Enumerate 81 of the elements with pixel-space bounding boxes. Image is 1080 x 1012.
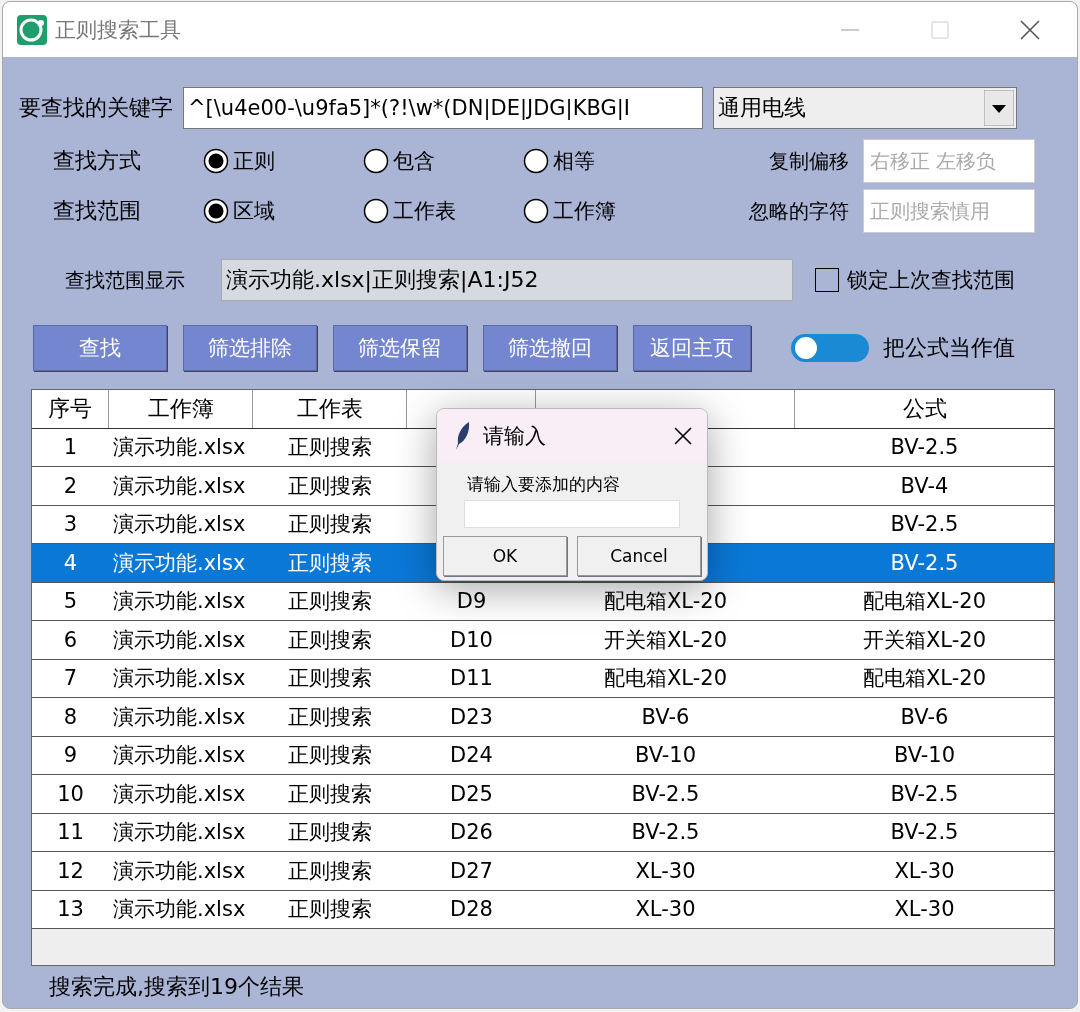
formula-cell: BV-2.5 (890, 820, 959, 845)
formula-cell-text: 配电箱XL-20 (863, 588, 986, 616)
field-label: 忽略的字符 (748, 197, 850, 225)
status-text: 搜索完成,搜索到19个结果 (48, 973, 305, 1001)
formula-cell: BV-2.5 (890, 781, 959, 806)
formula-cell: BV-4 (900, 473, 949, 498)
window-title: 正则搜索工具 (55, 16, 181, 44)
sheet-cell-text: 正则搜索 (288, 626, 372, 654)
workbook-cell-text: 演示功能.xlsx (113, 780, 246, 808)
formula-cell-text: 开关箱XL-20 (863, 626, 986, 654)
keyword-label: 要查找的关键字 (19, 94, 173, 122)
no-cell: 12 (57, 858, 84, 883)
sheet-cell-text: 正则搜索 (288, 511, 372, 539)
no-cell: 6 (63, 627, 78, 652)
sheet-cell-text: 正则搜索 (288, 742, 372, 770)
formula-cell: BV-10 (893, 743, 956, 768)
sheet-cell-text: 正则搜索 (288, 588, 372, 616)
formula-cell: BV-2.5 (890, 512, 959, 537)
value-cell: BV-2.5 (631, 820, 700, 845)
sheet-cell-text: 正则搜索 (288, 819, 372, 847)
sheet-cell-text: 正则搜索 (288, 549, 372, 577)
address-cell: D11 (450, 666, 493, 691)
workbook-cell-text: 演示功能.xlsx (113, 896, 246, 924)
address-cell: D10 (450, 627, 493, 652)
sheet-cell-text: 正则搜索 (288, 857, 372, 885)
dialog-title: 请输入 (483, 423, 546, 450)
value-cell: XL-30 (635, 897, 696, 922)
sheet-cell-text: 正则搜索 (288, 434, 372, 462)
formula-cell: XL-30 (894, 897, 955, 922)
workbook-cell-text: 演示功能.xlsx (113, 511, 246, 539)
dialog-prompt: 请输入要添加的内容 (466, 473, 621, 496)
no-cell: 5 (63, 589, 78, 614)
formula-cell: BV-2.5 (890, 435, 959, 460)
value-cell: BV-6 (641, 704, 690, 729)
option-label: 查找范围 (53, 197, 142, 225)
workbook-cell-text: 演示功能.xlsx (113, 857, 246, 885)
no-cell: 10 (57, 781, 84, 806)
value-cell-text: 开关箱XL-20 (604, 626, 727, 654)
value-cell: XL-30 (635, 858, 696, 883)
workbook-cell-text: 演示功能.xlsx (113, 549, 246, 577)
range-label: 查找范围显示 (65, 266, 186, 294)
no-cell: 13 (57, 897, 84, 922)
address-cell: D26 (450, 820, 493, 845)
option-label: 查找方式 (53, 147, 142, 175)
formula-cell: BV-2.5 (890, 550, 959, 575)
workbook-cell-text: 演示功能.xlsx (113, 665, 246, 693)
no-cell: 7 (63, 666, 78, 691)
formula-cell-text: 配电箱XL-20 (863, 665, 986, 693)
sheet-cell-text: 正则搜索 (288, 472, 372, 500)
no-cell: 9 (63, 743, 78, 768)
no-cell: 2 (63, 473, 78, 498)
address-cell: D24 (450, 743, 493, 768)
no-cell: 3 (63, 512, 78, 537)
sheet-cell-text: 正则搜索 (288, 780, 372, 808)
address-cell: D27 (450, 858, 493, 883)
sheet-cell-text: 正则搜索 (288, 703, 372, 731)
value-cell-text: 配电箱XL-20 (604, 588, 727, 616)
value-cell: BV-2.5 (631, 781, 700, 806)
no-cell: 8 (63, 704, 78, 729)
no-cell: 1 (63, 435, 78, 460)
formula-cell: XL-30 (894, 858, 955, 883)
field-label: 复制偏移 (768, 147, 850, 175)
address-cell: D28 (450, 897, 493, 922)
value-cell-text: 配电箱XL-20 (604, 665, 727, 693)
sheet-cell-text: 正则搜索 (288, 896, 372, 924)
address-cell: D25 (450, 781, 493, 806)
address-cell: D9 (456, 589, 487, 614)
no-cell: 11 (57, 820, 84, 845)
sheet-cell-text: 正则搜索 (288, 665, 372, 693)
value-cell: BV-10 (634, 743, 697, 768)
toggle-label: 把公式当作值 (883, 334, 1015, 362)
workbook-cell-text: 演示功能.xlsx (113, 472, 246, 500)
workbook-cell-text: 演示功能.xlsx (113, 742, 246, 770)
workbook-cell-text: 演示功能.xlsx (113, 588, 246, 616)
workbook-cell-text: 演示功能.xlsx (113, 819, 246, 847)
address-cell: D23 (450, 704, 493, 729)
formula-cell: BV-6 (900, 704, 949, 729)
no-cell: 4 (63, 550, 78, 575)
workbook-cell-text: 演示功能.xlsx (113, 626, 246, 654)
workbook-cell-text: 演示功能.xlsx (113, 703, 246, 731)
workbook-cell-text: 演示功能.xlsx (113, 434, 246, 462)
